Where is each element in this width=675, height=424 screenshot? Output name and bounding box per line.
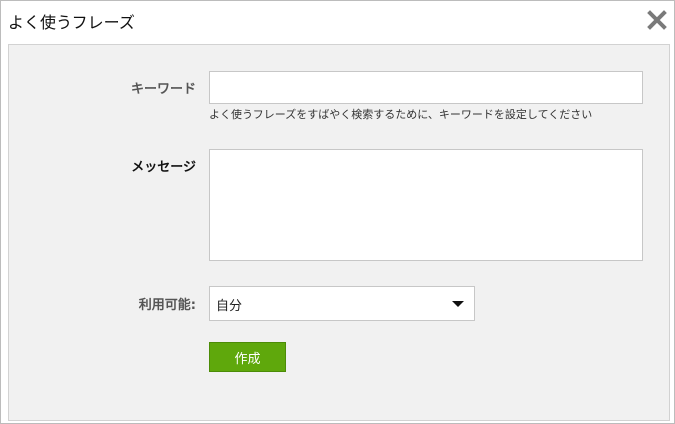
dialog-titlebar: よく使うフレーズ bbox=[1, 1, 674, 41]
form-panel: キーワード よく使うフレーズをすばやく検索するために、キーワードを設定してくださ… bbox=[8, 44, 670, 421]
dialog-title: よく使うフレーズ bbox=[8, 13, 135, 32]
caret-down-icon bbox=[452, 301, 464, 307]
keyword-label: キーワード bbox=[130, 82, 196, 97]
close-icon[interactable] bbox=[646, 9, 668, 31]
create-button[interactable]: 作成 bbox=[209, 342, 286, 372]
availability-label: 利用可能: bbox=[138, 298, 196, 313]
message-label: メッセージ bbox=[131, 160, 196, 175]
availability-selected-value: 自分 bbox=[216, 299, 243, 314]
keyword-input[interactable] bbox=[209, 71, 643, 104]
keyword-hint: よく使うフレーズをすばやく検索するために、キーワードを設定してください bbox=[209, 108, 593, 121]
phrase-dialog: よく使うフレーズ キーワード よく使うフレーズをすばやく検索するために、キーワー… bbox=[0, 0, 675, 424]
message-textarea[interactable] bbox=[209, 149, 643, 261]
availability-select[interactable]: 自分 bbox=[209, 286, 475, 321]
